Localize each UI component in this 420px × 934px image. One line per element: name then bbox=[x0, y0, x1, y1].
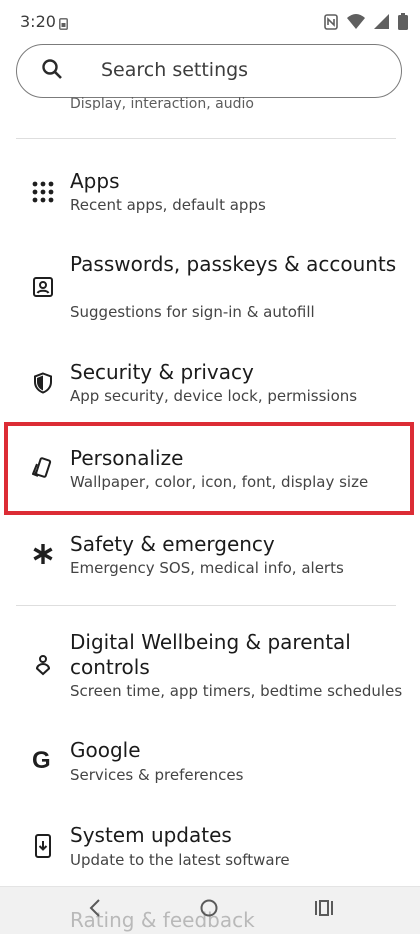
back-icon[interactable] bbox=[88, 898, 102, 922]
settings-item-apps[interactable]: Apps Recent apps, default apps bbox=[0, 165, 420, 225]
asterisk-icon bbox=[32, 543, 54, 565]
settings-item-security[interactable]: Security & privacy App security, device … bbox=[0, 356, 420, 416]
nfc-icon bbox=[324, 13, 338, 34]
wellbeing-icon bbox=[32, 654, 54, 676]
item-subtitle: Update to the latest software bbox=[70, 851, 290, 869]
settings-item-safety[interactable]: Safety & emergency Emergency SOS, medica… bbox=[0, 528, 420, 588]
item-title: Safety & emergency bbox=[70, 532, 275, 556]
highlight-box bbox=[4, 422, 414, 515]
status-bar: 3:20 bbox=[0, 0, 420, 46]
divider bbox=[16, 138, 396, 139]
settings-item-passwords[interactable]: Passwords, passkeys & accounts Suggestio… bbox=[0, 250, 420, 330]
search-icon bbox=[41, 58, 63, 84]
shield-icon bbox=[32, 372, 54, 394]
item-title: Apps bbox=[70, 169, 120, 193]
status-icons bbox=[324, 13, 408, 34]
item-subtitle: App security, device lock, permissions bbox=[70, 387, 358, 405]
wifi-icon bbox=[347, 13, 365, 34]
scrolled-item-subtitle: Display, interaction, audio bbox=[70, 96, 254, 110]
item-title: Passwords, passkeys & accounts bbox=[70, 252, 397, 276]
account-box-icon bbox=[32, 276, 54, 298]
recents-icon[interactable] bbox=[314, 898, 334, 922]
system-update-icon bbox=[32, 834, 54, 858]
home-icon[interactable] bbox=[199, 898, 219, 922]
item-title: Digital Wellbeing & parental controls bbox=[70, 630, 351, 679]
item-title: Security & privacy bbox=[70, 360, 254, 384]
item-title: System updates bbox=[70, 823, 232, 847]
item-title: Google bbox=[70, 738, 141, 762]
settings-item-digital-wellbeing[interactable]: Digital Wellbeing & parental controls Sc… bbox=[0, 630, 420, 710]
battery-icon bbox=[398, 13, 408, 34]
item-subtitle: Screen time, app timers, bedtime schedul… bbox=[70, 682, 403, 700]
settings-item-system-updates[interactable]: System updates Update to the latest soft… bbox=[0, 823, 420, 883]
divider bbox=[16, 605, 396, 606]
item-subtitle: Suggestions for sign-in & autofill bbox=[70, 303, 315, 321]
item-subtitle: Emergency SOS, medical info, alerts bbox=[70, 559, 344, 577]
sim-icon bbox=[59, 15, 68, 34]
search-placeholder: Search settings bbox=[101, 59, 249, 81]
apps-grid-icon bbox=[32, 181, 54, 203]
google-icon: G bbox=[32, 747, 51, 774]
signal-icon bbox=[374, 14, 389, 33]
item-subtitle: Services & preferences bbox=[70, 766, 244, 784]
settings-item-google[interactable]: G Google Services & preferences bbox=[0, 738, 420, 798]
status-time: 3:20 bbox=[20, 12, 56, 31]
item-subtitle: Recent apps, default apps bbox=[70, 196, 266, 214]
